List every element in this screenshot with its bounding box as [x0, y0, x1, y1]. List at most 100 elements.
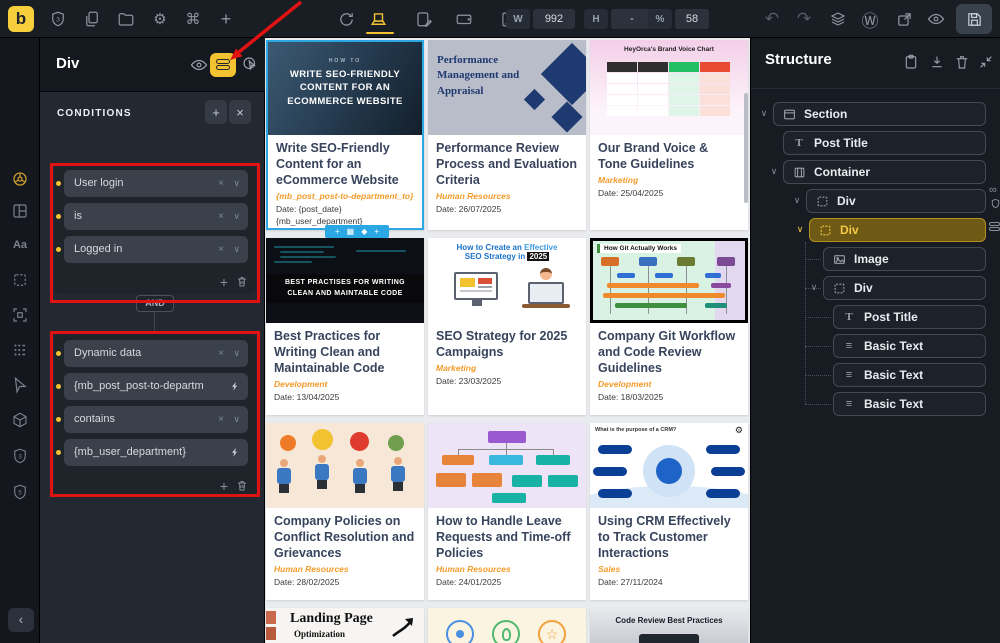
- visibility-eye-icon[interactable]: [190, 56, 208, 74]
- builder-logo[interactable]: b: [8, 6, 34, 32]
- wordpress-icon[interactable]: Ⓦ: [858, 7, 882, 31]
- cube-3d-icon[interactable]: [11, 411, 29, 429]
- typography-icon[interactable]: Aa: [11, 236, 29, 254]
- clipboard-icon[interactable]: [903, 54, 919, 70]
- close-conditions-button[interactable]: ×: [229, 100, 251, 124]
- trash-icon[interactable]: [236, 275, 248, 288]
- shield-3-icon[interactable]: 3: [11, 447, 29, 465]
- post-card[interactable]: How Git Actually Works Company Git Workf…: [590, 238, 748, 415]
- settings-gear-icon[interactable]: ⚙: [148, 7, 172, 31]
- shield-icon[interactable]: 3: [46, 7, 70, 31]
- chevron-down-icon[interactable]: ∨: [233, 170, 240, 197]
- condition-value-select[interactable]: Logged in × ∨: [64, 236, 248, 263]
- selection-box-icon[interactable]: [11, 271, 29, 289]
- post-card[interactable]: Performance Management and Appraisal Per…: [428, 40, 586, 230]
- conditions-icon[interactable]: [210, 53, 236, 77]
- clear-icon[interactable]: ×: [218, 406, 224, 433]
- device-tablet-landscape-icon[interactable]: [452, 7, 476, 31]
- structure-node-div[interactable]: Div: [823, 276, 986, 300]
- chevron-down-icon[interactable]: ∨: [233, 203, 240, 230]
- structure-node-image[interactable]: Image: [823, 247, 986, 271]
- chevron-down-icon[interactable]: ∨: [793, 224, 807, 235]
- dynamic-bolt-icon[interactable]: [230, 380, 240, 393]
- add-row-icon[interactable]: +: [220, 274, 228, 290]
- structure-node-post-title[interactable]: T Post Title: [783, 131, 986, 155]
- height-value[interactable]: -: [611, 9, 653, 29]
- structure-node-basic-text[interactable]: ≡ Basic Text: [833, 363, 986, 387]
- element-action-toolbar[interactable]: + ▦ ◆ +: [325, 225, 389, 238]
- device-desktop-icon[interactable]: [366, 7, 390, 31]
- chevron-down-icon[interactable]: ∨: [233, 236, 240, 263]
- structure-node-div-selected[interactable]: Div: [809, 218, 986, 242]
- move-icon[interactable]: ◆: [361, 225, 367, 238]
- canvas-scrollbar[interactable]: [744, 93, 748, 203]
- structure-node-section[interactable]: Section: [773, 102, 986, 126]
- device-tablet-edit-icon[interactable]: [412, 7, 436, 31]
- post-card[interactable]: Landing Page Optimization: [266, 608, 424, 643]
- add-element-icon[interactable]: +: [214, 7, 238, 31]
- pages-icon[interactable]: [80, 7, 104, 31]
- drag-icon[interactable]: +: [374, 225, 379, 238]
- zoom-value[interactable]: 58: [675, 9, 709, 29]
- dots-grid-icon[interactable]: [11, 341, 29, 359]
- grid-icon[interactable]: ▦: [347, 225, 355, 238]
- global-settings-wheel-icon[interactable]: [11, 170, 29, 188]
- add-condition-button[interactable]: +: [205, 100, 227, 124]
- layout-grid-icon[interactable]: [11, 202, 29, 220]
- refresh-icon[interactable]: [334, 7, 358, 31]
- condition-operator-select[interactable]: contains × ∨: [64, 406, 248, 433]
- post-card[interactable]: ☆: [428, 608, 586, 643]
- chevron-down-icon[interactable]: ∨: [233, 406, 240, 433]
- dynamic-bolt-icon[interactable]: [230, 446, 240, 459]
- undo-icon[interactable]: ↶: [760, 7, 784, 31]
- dynamic-data-input[interactable]: {mb_user_department}: [64, 439, 248, 466]
- layers-icon[interactable]: [826, 7, 850, 31]
- clear-icon[interactable]: ×: [218, 203, 224, 230]
- post-thumbnail: Performance Management and Appraisal: [428, 40, 586, 135]
- clear-icon[interactable]: ×: [218, 340, 224, 367]
- chevron-down-icon[interactable]: ∨: [767, 166, 781, 177]
- structure-node-post-title[interactable]: T Post Title: [833, 305, 986, 329]
- post-card[interactable]: BEST PRACTISES FOR WRITING CLEAN AND MAI…: [266, 238, 424, 415]
- collapse-panel-button[interactable]: ‹: [8, 608, 34, 632]
- condition-field-select[interactable]: Dynamic data × ∨: [64, 340, 248, 367]
- structure-node-basic-text[interactable]: ≡ Basic Text: [833, 334, 986, 358]
- import-download-icon[interactable]: [929, 54, 945, 70]
- preview-eye-icon[interactable]: [924, 7, 948, 31]
- condition-field-select[interactable]: User login × ∨: [64, 170, 248, 197]
- chevron-down-icon[interactable]: ∨: [757, 108, 771, 119]
- clear-icon[interactable]: ×: [218, 170, 224, 197]
- external-link-icon[interactable]: [892, 7, 916, 31]
- dynamic-data-input[interactable]: {mb_post_post-to-departm: [64, 373, 248, 400]
- folder-icon[interactable]: [114, 7, 138, 31]
- add-row-icon[interactable]: +: [220, 478, 228, 494]
- width-value[interactable]: 992: [533, 9, 575, 29]
- interactions-cursor-icon[interactable]: [241, 55, 259, 73]
- cursor-icon[interactable]: [11, 376, 29, 394]
- redo-icon[interactable]: ↷: [792, 7, 816, 31]
- post-card[interactable]: Company Policies on Conflict Resolution …: [266, 423, 424, 600]
- post-card[interactable]: How to Handle Leave Requests and Time-of…: [428, 423, 586, 600]
- post-card[interactable]: Code Review Best Practices: [590, 608, 748, 643]
- post-card[interactable]: How to Create an Effective SEO Strategy …: [428, 238, 586, 415]
- frame-expand-icon[interactable]: [11, 306, 29, 324]
- trash-icon[interactable]: [236, 479, 248, 492]
- structure-node-div[interactable]: Div: [806, 189, 986, 213]
- chevron-down-icon[interactable]: ∨: [233, 340, 240, 367]
- structure-node-container[interactable]: Container: [783, 160, 986, 184]
- structure-node-basic-text[interactable]: ≡ Basic Text: [833, 392, 986, 416]
- chevron-down-icon[interactable]: ∨: [807, 282, 821, 293]
- post-card[interactable]: What is the purpose of a CRM? ⚙ Using CR…: [590, 423, 748, 600]
- chevron-down-icon[interactable]: ∨: [790, 195, 804, 206]
- save-button[interactable]: [956, 4, 992, 34]
- keyboard-shortcuts-icon[interactable]: ⌘: [181, 7, 205, 31]
- post-card[interactable]: HeyOrca's Brand Voice Chart Our Brand Vo…: [590, 40, 748, 230]
- collapse-all-icon[interactable]: [978, 54, 994, 70]
- shield-5-icon[interactable]: 5: [11, 483, 29, 501]
- add-icon[interactable]: +: [335, 225, 340, 238]
- trash-icon[interactable]: [954, 54, 970, 70]
- basic-text-icon: ≡: [842, 369, 856, 381]
- post-card[interactable]: HOW TO WRITE SEO-FRIENDLY CONTENT FOR AN…: [266, 40, 424, 230]
- condition-operator-select[interactable]: is × ∨: [64, 203, 248, 230]
- clear-icon[interactable]: ×: [218, 236, 224, 263]
